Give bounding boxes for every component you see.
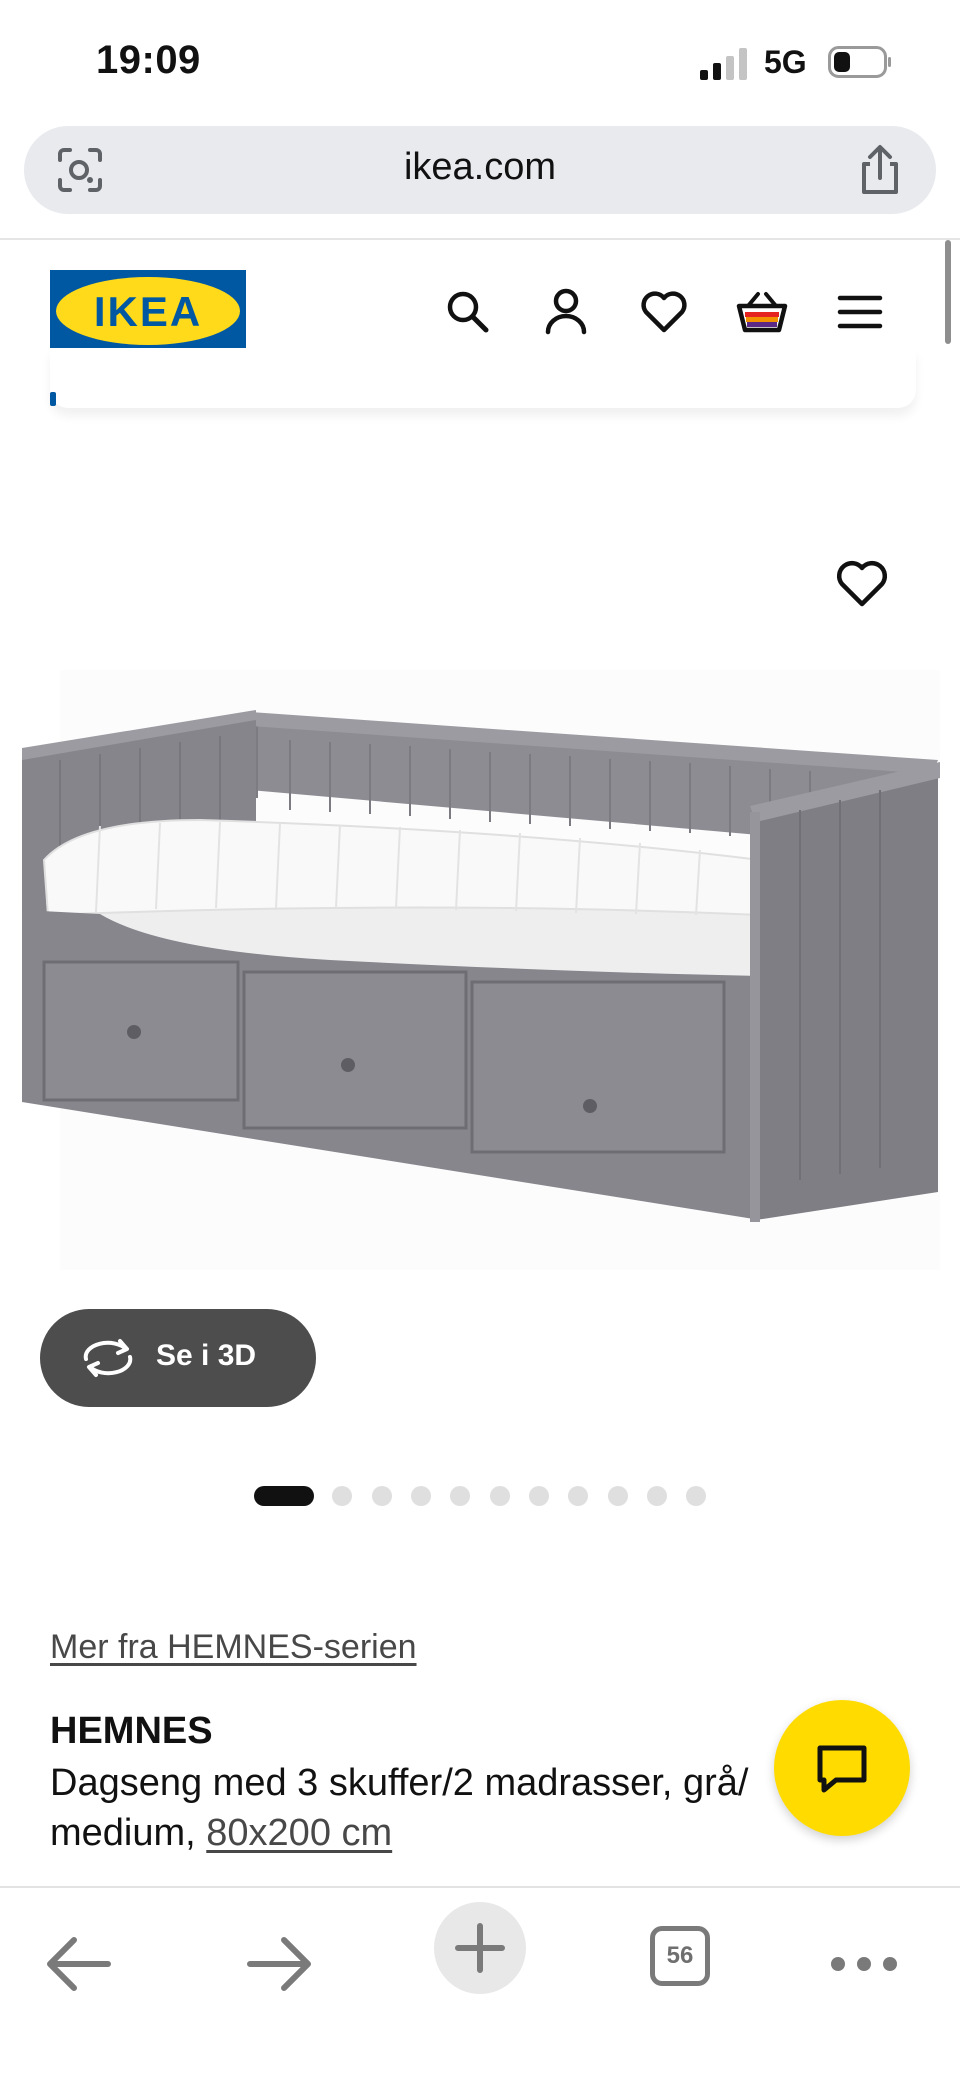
size-link[interactable]: 80x200 cm: [206, 1812, 392, 1854]
rotate-3d-icon: [83, 1339, 133, 1377]
chat-icon: [817, 1745, 867, 1793]
carousel-dot[interactable]: [568, 1486, 588, 1506]
view-in-3d-button[interactable]: Se i 3D: [40, 1309, 316, 1407]
product-image-daybed[interactable]: [0, 520, 960, 1320]
status-time: 19:09: [96, 38, 201, 82]
browser-toolbar: 56: [0, 1886, 960, 2078]
logo-text: IKEA: [94, 288, 202, 335]
carousel-dot[interactable]: [411, 1486, 431, 1506]
more-icon[interactable]: [814, 1908, 914, 2008]
ikea-logo[interactable]: IKEA: [50, 270, 246, 352]
tabs-icon[interactable]: 56: [650, 1926, 710, 1986]
signal-icon: [700, 48, 747, 80]
chat-button[interactable]: [774, 1700, 910, 1836]
browser-divider: [0, 238, 960, 240]
product-description: Dagseng med 3 skuffer/2 madrasser, grå/: [50, 1762, 749, 1804]
new-tab-button[interactable]: [434, 1902, 526, 1994]
basket-icon[interactable]: [736, 286, 788, 338]
carousel-dot[interactable]: [450, 1486, 470, 1506]
image-carousel-dots[interactable]: [0, 1486, 960, 1506]
back-icon[interactable]: [28, 1908, 128, 2008]
carousel-dot[interactable]: [686, 1486, 706, 1506]
carousel-dot[interactable]: [372, 1486, 392, 1506]
new-tab-icon: [455, 1923, 505, 1973]
panel-accent: [50, 392, 56, 406]
description-prefix: medium,: [50, 1812, 207, 1854]
favourite-heart-icon[interactable]: [832, 554, 892, 614]
carousel-dot[interactable]: [529, 1486, 549, 1506]
product-description-line2: medium, 80x200 cm: [50, 1808, 392, 1858]
search-icon[interactable]: [442, 286, 494, 338]
network-type: 5G: [764, 44, 807, 80]
url-text[interactable]: ikea.com: [24, 146, 936, 189]
series-link[interactable]: Mer fra HEMNES-serien: [50, 1628, 417, 1667]
battery-icon: [828, 46, 891, 78]
view-in-3d-label: Se i 3D: [156, 1339, 257, 1372]
status-bar: 19:09 5G: [0, 0, 960, 120]
carousel-dot[interactable]: [332, 1486, 352, 1506]
favourites-icon[interactable]: [638, 286, 690, 338]
share-icon[interactable]: [856, 144, 904, 196]
product-name: HEMNES: [50, 1710, 213, 1752]
carousel-dot[interactable]: [490, 1486, 510, 1506]
header-dropdown-panel: [50, 348, 916, 408]
carousel-dot[interactable]: [608, 1486, 628, 1506]
address-bar[interactable]: ikea.com: [24, 126, 936, 214]
forward-icon[interactable]: [230, 1908, 330, 2008]
carousel-dot[interactable]: [647, 1486, 667, 1506]
carousel-dot[interactable]: [254, 1486, 314, 1506]
account-icon[interactable]: [540, 286, 592, 338]
menu-icon[interactable]: [834, 286, 886, 338]
